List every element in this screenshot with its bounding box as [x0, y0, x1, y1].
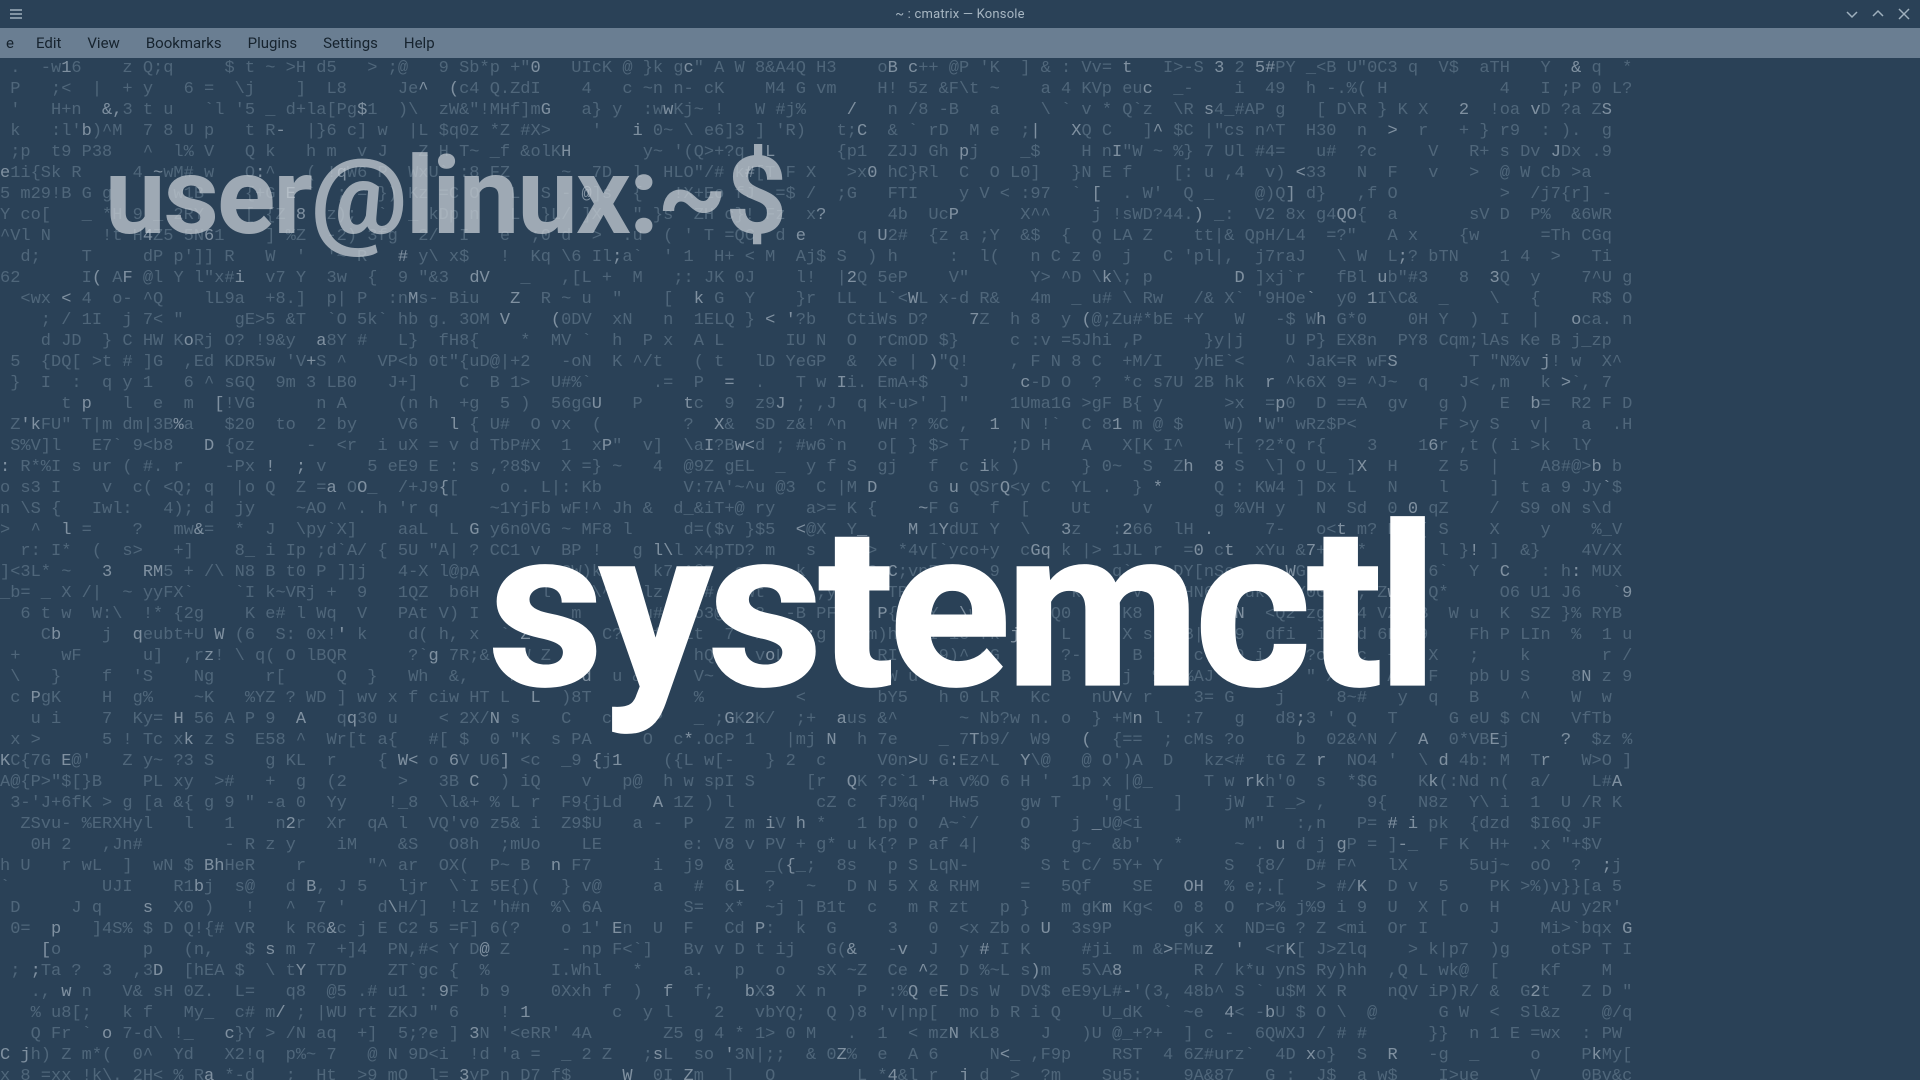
menubar: e Edit View Bookmarks Plugins Settings H…	[0, 28, 1920, 58]
window-titlebar: ~ : cmatrix — Konsole	[0, 0, 1920, 28]
menu-view[interactable]: View	[75, 30, 131, 56]
window-title: ~ : cmatrix — Konsole	[895, 7, 1025, 22]
menu-file[interactable]: e	[4, 30, 22, 56]
minimize-icon[interactable]	[1844, 6, 1860, 22]
maximize-icon[interactable]	[1870, 6, 1886, 22]
menu-plugins[interactable]: Plugins	[236, 30, 309, 56]
overlay: user@linux:~$ systemctl	[0, 58, 1920, 1080]
menu-edit[interactable]: Edit	[24, 30, 73, 56]
menu-bookmarks[interactable]: Bookmarks	[134, 30, 234, 56]
terminal-viewport[interactable]: . -w16 z Q;q $ t ~ >H d5 > ;@ 9 Sb*p +"0…	[0, 58, 1920, 1080]
cmatrix-background: . -w16 z Q;q $ t ~ >H d5 > ;@ 9 Sb*p +"0…	[0, 58, 1920, 1080]
overlay-headline: systemctl	[488, 497, 1432, 723]
overlay-prompt: user@linux:~$	[105, 143, 785, 251]
menu-help[interactable]: Help	[392, 30, 447, 56]
menu-settings[interactable]: Settings	[311, 30, 390, 56]
close-icon[interactable]	[1896, 6, 1912, 22]
app-menu-icon[interactable]	[8, 6, 24, 22]
